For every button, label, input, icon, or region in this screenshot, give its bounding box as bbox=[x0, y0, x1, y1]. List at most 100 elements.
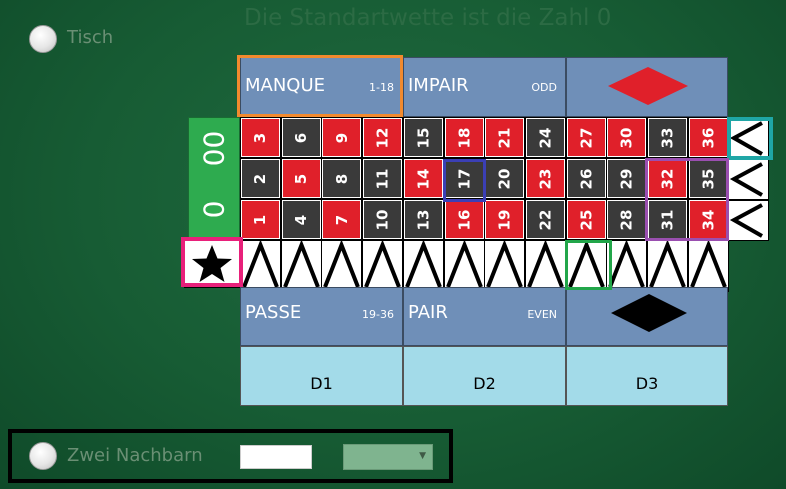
number-label: 9 bbox=[332, 132, 351, 143]
street-bet[interactable] bbox=[280, 239, 322, 292]
street-bet[interactable] bbox=[687, 239, 729, 292]
street-bet[interactable] bbox=[606, 239, 648, 292]
dozen-3[interactable]: D3 bbox=[566, 346, 728, 406]
number-cell[interactable]: 8 bbox=[321, 158, 363, 199]
street-bet[interactable] bbox=[402, 239, 444, 292]
street-bet[interactable] bbox=[321, 239, 363, 292]
number-cell[interactable]: 10 bbox=[362, 199, 404, 240]
number-cell[interactable]: 2 bbox=[240, 158, 281, 199]
street-bet[interactable] bbox=[362, 239, 404, 292]
number-label: 4 bbox=[292, 214, 311, 225]
odd-label: ODD bbox=[531, 81, 557, 94]
number-cell[interactable]: 27 bbox=[565, 117, 607, 158]
number-cell[interactable]: 26 bbox=[565, 158, 607, 199]
star-bet[interactable] bbox=[184, 240, 240, 288]
number-cell[interactable]: 23 bbox=[524, 158, 566, 199]
tisch-radio[interactable] bbox=[29, 25, 57, 53]
number-chip: 1 bbox=[242, 201, 279, 238]
number-cell[interactable]: 1 bbox=[240, 199, 281, 240]
number-cell[interactable]: 17 bbox=[443, 158, 485, 199]
number-chip: 26 bbox=[567, 160, 605, 197]
number-cell[interactable]: 21 bbox=[484, 117, 526, 158]
number-cell[interactable]: 32 bbox=[647, 158, 688, 199]
number-grid: 3 6 9 12 15 18 21 24 27 30 33 36 2 5 8 11 14 17 20 23 26 29 32… bbox=[240, 117, 729, 240]
number-cell[interactable]: 24 bbox=[524, 117, 566, 158]
number-cell[interactable]: 5 bbox=[280, 158, 322, 199]
number-cell[interactable]: 14 bbox=[402, 158, 444, 199]
double-zero-cell[interactable]: 00 bbox=[189, 118, 239, 178]
number-chip: 21 bbox=[486, 119, 524, 156]
number-cell[interactable]: 18 bbox=[443, 117, 485, 158]
number-cell[interactable]: 30 bbox=[606, 117, 648, 158]
number-cell[interactable]: 22 bbox=[524, 199, 566, 240]
number-cell[interactable]: 12 bbox=[362, 117, 404, 158]
pair-bet[interactable]: PAIR EVEN bbox=[403, 287, 566, 346]
noir-bet[interactable] bbox=[566, 287, 728, 346]
number-input[interactable] bbox=[240, 445, 312, 469]
impair-bet[interactable]: IMPAIR ODD bbox=[403, 57, 566, 117]
number-chip: 16 bbox=[445, 201, 483, 238]
number-cell[interactable]: 7 bbox=[321, 199, 363, 240]
number-cell[interactable]: 29 bbox=[606, 158, 648, 199]
number-cell[interactable]: 28 bbox=[606, 199, 648, 240]
street-bet[interactable] bbox=[240, 239, 281, 292]
number-cell[interactable]: 13 bbox=[402, 199, 444, 240]
number-cell[interactable]: 34 bbox=[687, 199, 729, 240]
zero-area: 00 0 bbox=[188, 117, 240, 240]
chevron-up-icon bbox=[608, 239, 646, 288]
dozen-1[interactable]: D1 bbox=[240, 346, 403, 406]
number-cell[interactable]: 35 bbox=[687, 158, 729, 199]
number-label: 25 bbox=[577, 209, 596, 230]
passe-bet[interactable]: PASSE 19-36 bbox=[240, 287, 403, 346]
number-cell[interactable]: 16 bbox=[443, 199, 485, 240]
number-label: 36 bbox=[699, 127, 718, 148]
number-cell[interactable]: 3 bbox=[240, 117, 281, 158]
number-cell[interactable]: 4 bbox=[280, 199, 322, 240]
number-label: 30 bbox=[617, 127, 636, 148]
column-bet-bottom[interactable] bbox=[728, 200, 769, 241]
number-cell[interactable]: 15 bbox=[402, 117, 444, 158]
chevron-up-icon bbox=[404, 239, 442, 288]
zero-cell[interactable]: 0 bbox=[189, 179, 239, 239]
number-cell[interactable]: 6 bbox=[280, 117, 322, 158]
zwei-nachbarn-radio[interactable] bbox=[29, 442, 57, 470]
chevron-up-icon bbox=[649, 239, 686, 288]
number-cell[interactable]: 31 bbox=[647, 199, 688, 240]
manque-bet[interactable]: MANQUE 1-18 bbox=[240, 57, 403, 117]
even-label: EVEN bbox=[527, 308, 557, 321]
number-chip: 32 bbox=[649, 160, 686, 197]
street-bet[interactable] bbox=[443, 239, 485, 292]
number-label: 27 bbox=[577, 127, 596, 148]
dozen-2[interactable]: D2 bbox=[403, 346, 566, 406]
street-bet[interactable] bbox=[484, 239, 526, 292]
number-cell[interactable]: 20 bbox=[484, 158, 526, 199]
number-label: 7 bbox=[332, 214, 351, 225]
neighbor-dropdown[interactable]: ▼ bbox=[343, 444, 433, 470]
number-chip: 11 bbox=[364, 160, 402, 197]
column-bet-middle[interactable] bbox=[728, 159, 769, 200]
number-chip: 35 bbox=[689, 160, 727, 197]
number-chip: 4 bbox=[282, 201, 320, 238]
street-bet[interactable] bbox=[565, 239, 607, 292]
number-cell[interactable]: 19 bbox=[484, 199, 526, 240]
street-bet[interactable] bbox=[524, 239, 566, 292]
number-cell[interactable]: 11 bbox=[362, 158, 404, 199]
number-chip: 9 bbox=[323, 119, 361, 156]
number-cell[interactable]: 9 bbox=[321, 117, 363, 158]
number-label: 14 bbox=[414, 168, 433, 189]
zero-label: 0 bbox=[197, 200, 231, 218]
zwei-nachbarn-panel: Zwei Nachbarn ▼ bbox=[8, 429, 453, 483]
street-bets bbox=[240, 239, 729, 292]
impair-label: IMPAIR bbox=[408, 75, 469, 96]
chevron-up-icon bbox=[364, 239, 401, 288]
street-bet[interactable] bbox=[647, 239, 688, 292]
number-cell[interactable]: 33 bbox=[647, 117, 688, 158]
number-cell[interactable]: 36 bbox=[687, 117, 729, 158]
rouge-bet[interactable] bbox=[566, 57, 728, 117]
column-bet-top[interactable] bbox=[728, 118, 769, 159]
number-label: 16 bbox=[455, 209, 473, 230]
chevron-up-icon bbox=[567, 239, 605, 288]
double-zero-label: 00 bbox=[197, 130, 231, 166]
number-label: 11 bbox=[373, 168, 392, 189]
number-cell[interactable]: 25 bbox=[565, 199, 607, 240]
